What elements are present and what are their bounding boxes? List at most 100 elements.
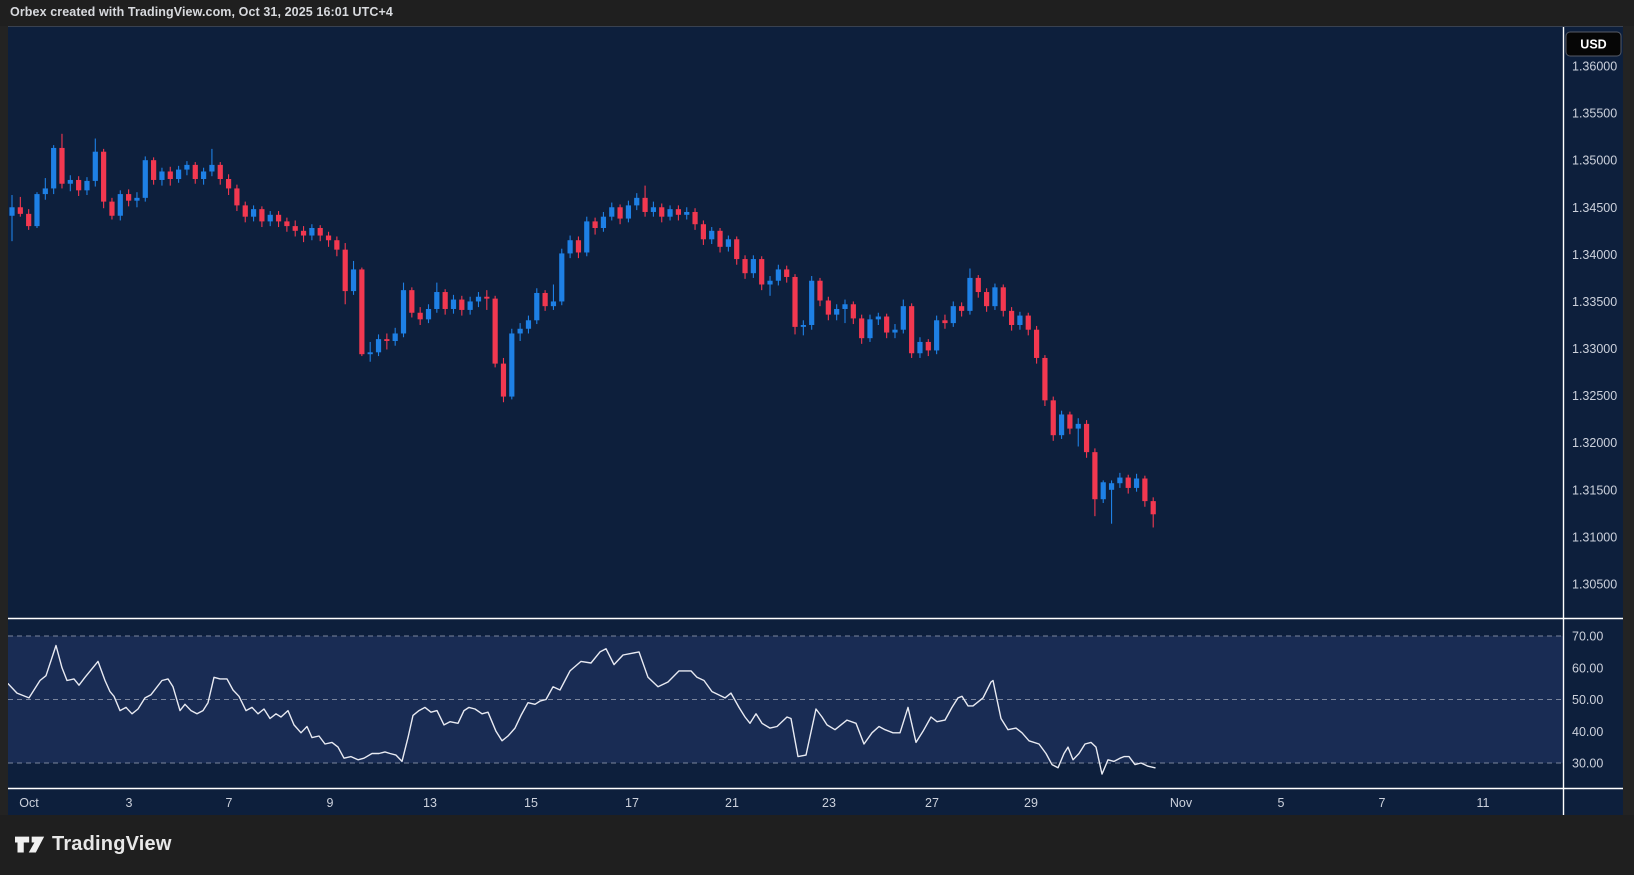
candle-body xyxy=(767,281,772,285)
candle-body xyxy=(1134,479,1139,488)
candle-body xyxy=(401,290,406,333)
candle-body xyxy=(892,330,897,333)
currency-badge-label: USD xyxy=(1580,38,1606,52)
candle-body xyxy=(284,221,289,226)
candle-body xyxy=(1101,482,1106,499)
price-axis-label: 1.36000 xyxy=(1572,60,1617,74)
candle-body xyxy=(176,170,181,179)
candle-body xyxy=(1051,400,1056,435)
candle-body xyxy=(526,320,531,328)
candle-body xyxy=(876,317,881,320)
candle-body xyxy=(834,309,839,315)
candle-body xyxy=(926,342,931,350)
branding-bar: TradingView xyxy=(0,815,1634,875)
candle-body xyxy=(426,309,431,319)
candle-body xyxy=(792,277,797,327)
candle-body xyxy=(576,240,581,252)
chart-canvas[interactable]: 1.360001.355001.350001.345001.340001.335… xyxy=(8,27,1623,816)
candle-body xyxy=(159,171,164,179)
candle-body xyxy=(559,253,564,301)
candle-body xyxy=(667,209,672,217)
candle-body xyxy=(1084,424,1089,452)
candle-body xyxy=(692,212,697,224)
candle-body xyxy=(726,239,731,247)
currency-badge[interactable]: USD xyxy=(1566,32,1621,56)
price-axis-label: 1.35500 xyxy=(1572,107,1617,121)
candle-body xyxy=(551,301,556,306)
price-axis-label: 1.31500 xyxy=(1572,483,1617,497)
candle-body xyxy=(626,205,631,218)
candle-body xyxy=(509,333,514,396)
time-axis-label: 5 xyxy=(1278,796,1285,810)
candle-body xyxy=(118,194,123,216)
candle-body xyxy=(334,240,339,249)
candle-body xyxy=(93,152,98,181)
candle-body xyxy=(376,339,381,352)
price-axis-label: 1.34000 xyxy=(1572,248,1617,262)
candle-body xyxy=(226,179,231,188)
candle-body xyxy=(1009,311,1014,325)
candle-body xyxy=(651,207,656,212)
time-axis-label: Oct xyxy=(19,796,39,810)
time-axis-label: 11 xyxy=(1477,796,1490,810)
time-axis-label: 15 xyxy=(524,796,538,810)
candle-body xyxy=(309,228,314,236)
chart-widget[interactable]: 1.360001.355001.350001.345001.340001.335… xyxy=(8,26,1623,815)
candle-body xyxy=(1001,287,1006,311)
candle-body xyxy=(751,259,756,273)
candle-body xyxy=(301,231,306,236)
candle-body xyxy=(826,301,831,315)
candle-body xyxy=(268,215,273,222)
candle-body xyxy=(601,217,606,228)
candle-body xyxy=(9,207,14,215)
price-axis-label: 1.33500 xyxy=(1572,295,1617,309)
candle-body xyxy=(759,259,764,284)
candle-body xyxy=(51,148,56,188)
candle-body xyxy=(43,188,48,194)
candle-body xyxy=(1067,414,1072,428)
candle-body xyxy=(68,180,73,184)
time-axis-label: 29 xyxy=(1024,796,1038,810)
price-axis-label: 1.35000 xyxy=(1572,154,1617,168)
time-axis-label: 3 xyxy=(126,796,133,810)
candle-body xyxy=(967,278,972,311)
candle-body xyxy=(451,300,456,309)
price-axis-label: 1.33000 xyxy=(1572,342,1617,356)
candle-body xyxy=(817,281,822,301)
tradingview-logo-icon[interactable] xyxy=(15,834,45,856)
candle-body xyxy=(218,165,223,179)
time-axis-label: 13 xyxy=(423,796,437,810)
candle-body xyxy=(143,160,148,198)
candle-body xyxy=(134,198,139,201)
candle-body xyxy=(584,221,589,252)
time-axis-label: 27 xyxy=(925,796,939,810)
candle-body xyxy=(184,165,189,170)
time-axis-label: 23 xyxy=(822,796,836,810)
candle-body xyxy=(443,292,448,309)
candle-body xyxy=(1142,479,1147,502)
rsi-axis-label: 30.00 xyxy=(1572,757,1603,771)
candle-body xyxy=(168,171,173,179)
candle-body xyxy=(468,301,473,309)
candle-body xyxy=(659,207,664,216)
candle-body xyxy=(901,306,906,330)
time-axis-label: 9 xyxy=(327,796,334,810)
candle-body xyxy=(992,287,997,306)
tradingview-logo-text[interactable]: TradingView xyxy=(52,833,172,856)
rsi-axis-label: 40.00 xyxy=(1572,725,1603,739)
candle-body xyxy=(642,198,647,212)
candle-body xyxy=(459,300,464,310)
candle-body xyxy=(501,364,506,397)
candle-body xyxy=(942,320,947,323)
candle-body xyxy=(859,318,864,338)
price-axis-label: 1.30500 xyxy=(1572,577,1617,591)
candle-body xyxy=(917,342,922,353)
candle-body xyxy=(534,293,539,320)
candle-body xyxy=(351,269,356,291)
candle-body xyxy=(193,165,198,179)
candle-body xyxy=(867,319,872,338)
candle-body xyxy=(617,207,622,218)
candle-body xyxy=(234,188,239,205)
candle-body xyxy=(776,269,781,280)
candle-body xyxy=(742,259,747,273)
